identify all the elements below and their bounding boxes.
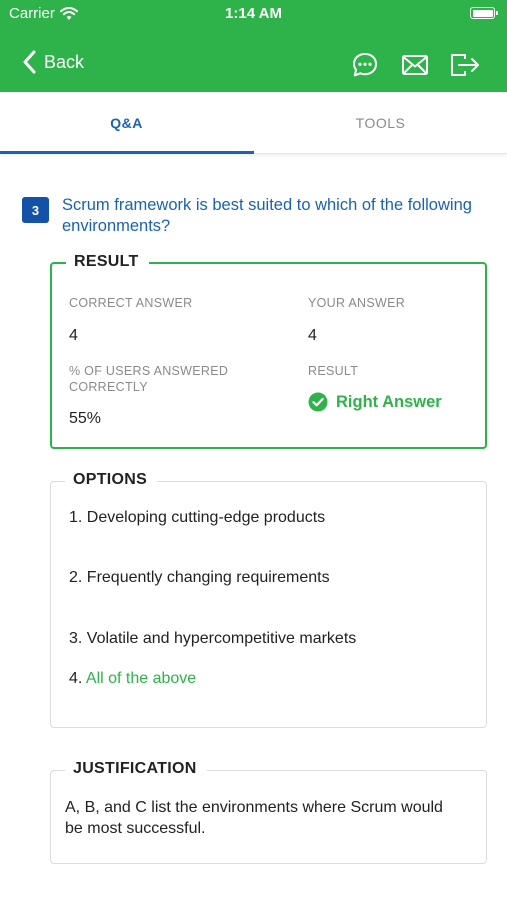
logout-button[interactable]: [449, 50, 481, 80]
chevron-left-icon: [23, 50, 36, 74]
option-item-correct: 4. All of the above: [69, 670, 196, 688]
chat-bubble-icon: [353, 53, 377, 77]
result-label: RESULT: [308, 364, 359, 378]
option-text-correct: All of the above: [85, 670, 197, 687]
result-status-text: Right Answer: [336, 392, 442, 411]
option-number: 1.: [69, 509, 83, 526]
mail-icon: [402, 55, 428, 75]
question-text: Scrum framework is best suited to which …: [62, 196, 472, 235]
options-panel: OPTIONS 1. Developing cutting-edge produ…: [50, 471, 487, 728]
logout-icon: [451, 54, 479, 76]
back-button[interactable]: Back: [22, 50, 84, 74]
percent-correct-value: 55%: [69, 410, 102, 427]
correct-answer-label: CORRECT ANSWER: [69, 296, 193, 310]
result-panel-title: RESULT: [66, 253, 149, 271]
status-bar: Carrier 1:14 AM: [0, 0, 507, 30]
option-text: Frequently changing requirements: [86, 569, 330, 586]
chat-button[interactable]: [349, 50, 381, 80]
status-time: 1:14 AM: [225, 5, 282, 22]
option-item: 2. Frequently changing requirements: [69, 569, 330, 587]
your-answer-label: YOUR ANSWER: [308, 296, 406, 310]
question-number-badge: 3: [22, 197, 49, 223]
result-panel: RESULT CORRECT ANSWER 4 YOUR ANSWER 4 % …: [50, 253, 487, 449]
option-number: 4.: [69, 670, 83, 687]
justification-text: A, B, and C list the environments where …: [65, 799, 443, 837]
active-tab-indicator: [0, 151, 254, 154]
correct-answer-value: 4: [69, 327, 78, 344]
battery-icon: [470, 7, 498, 19]
option-text: Developing cutting-edge products: [86, 509, 326, 526]
header-actions: [349, 50, 481, 80]
check-circle-icon: [308, 392, 328, 412]
tab-tools[interactable]: TOOLS: [254, 92, 507, 154]
nav-bar: Back: [0, 42, 507, 88]
justification-panel-title: JUSTIFICATION: [65, 760, 207, 778]
your-answer-value: 4: [308, 327, 317, 344]
app-header: Carrier 1:14 AM Back: [0, 0, 507, 92]
tab-qa[interactable]: Q&A: [0, 92, 253, 154]
justification-panel: JUSTIFICATION A, B, and C list the envir…: [50, 760, 487, 864]
tab-bar: Q&A TOOLS: [0, 92, 507, 154]
option-item: 1. Developing cutting-edge products: [69, 509, 325, 527]
back-label: Back: [44, 51, 85, 72]
result-status: Right Answer: [308, 392, 442, 412]
option-text: Volatile and hypercompetitive markets: [86, 630, 357, 647]
option-item: 3. Volatile and hypercompetitive markets: [69, 630, 356, 648]
option-number: 2.: [69, 569, 83, 586]
option-number: 3.: [69, 630, 83, 647]
percent-correct-label: % OF USERS ANSWERED CORRECTLY: [69, 364, 229, 394]
options-panel-title: OPTIONS: [65, 471, 158, 489]
mail-button[interactable]: [399, 50, 431, 80]
